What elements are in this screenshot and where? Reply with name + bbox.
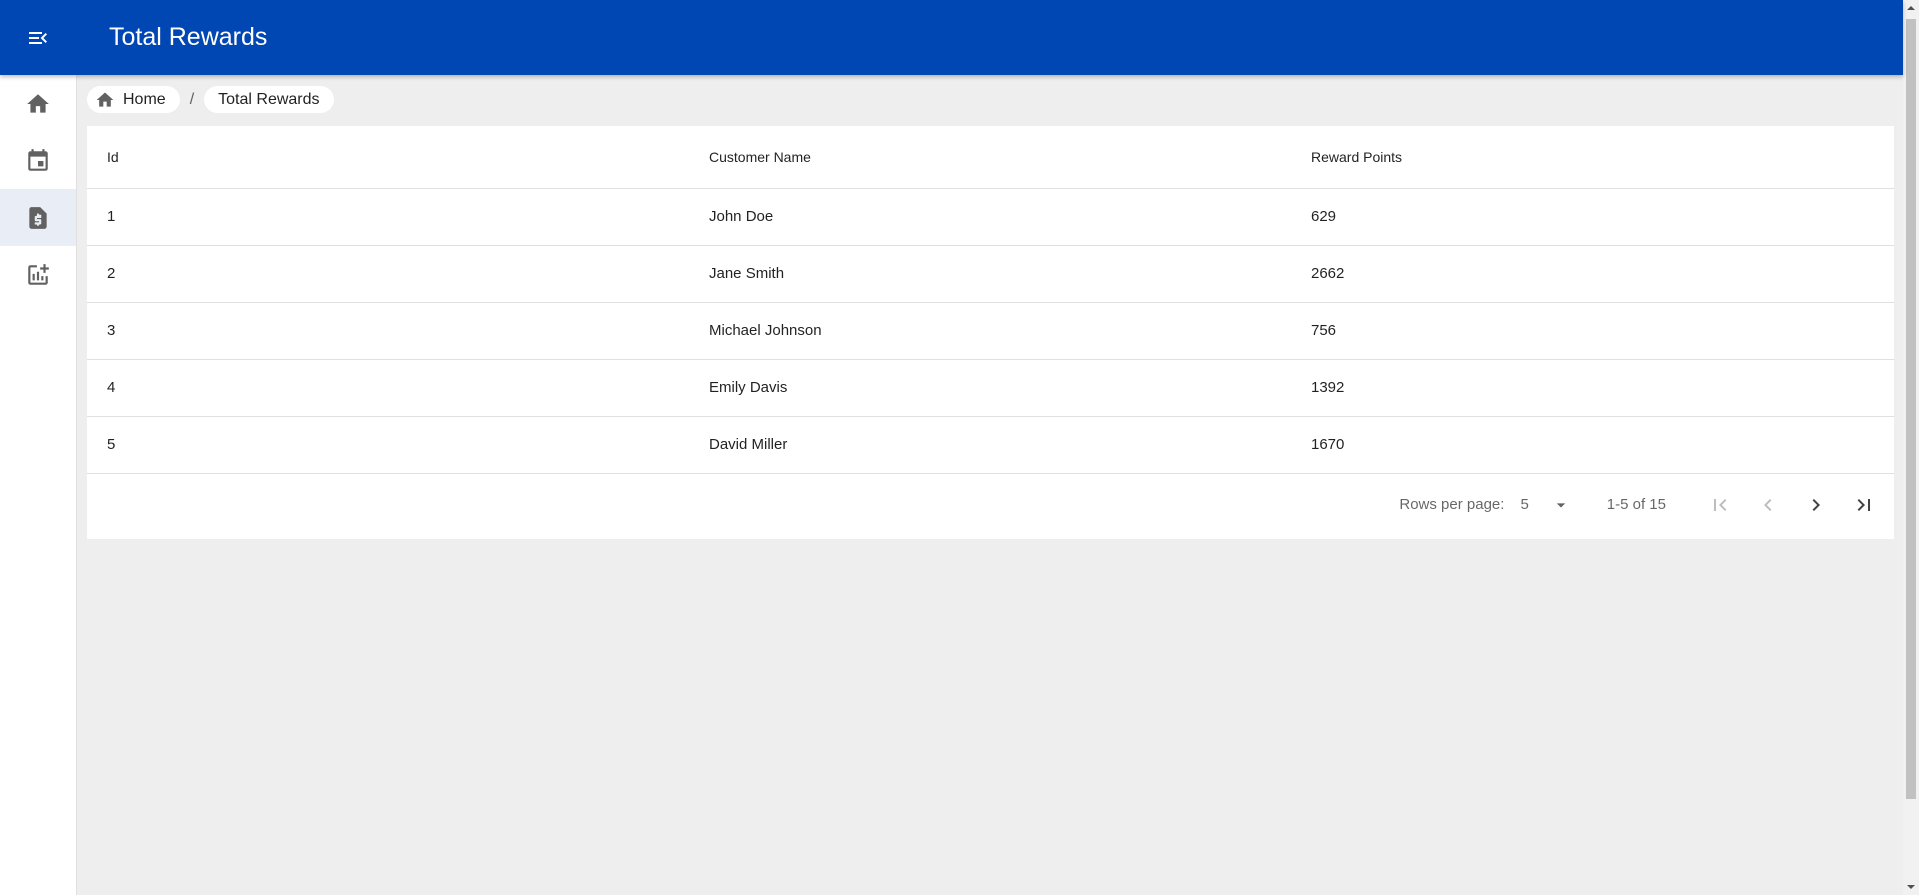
cell-reward-points: 629 [1291,188,1894,246]
last-page-button[interactable] [1840,481,1888,529]
first-page-icon [1714,498,1727,511]
menu-toggle-button[interactable] [0,0,75,75]
pagination-range: 1-5 of 15 [1606,496,1666,513]
home-icon [96,92,114,107]
receipt-dollar-icon [29,206,47,229]
column-header-customer-name[interactable]: Customer Name [689,126,1291,189]
rows-per-page-label: Rows per page: [1399,496,1505,513]
sidebar-item-rewards[interactable] [0,189,76,246]
cell-customer-name: John Doe [689,188,1291,246]
cell-customer-name: Jane Smith [689,245,1291,303]
app-bar: Total Rewards [0,0,1903,75]
breadcrumb-current[interactable]: Total Rewards [204,86,334,113]
cell-id: 5 [87,416,689,474]
sidebar-item-home[interactable] [0,75,76,132]
cell-id: 4 [87,359,689,417]
calendar-icon [28,148,48,171]
cell-customer-name: David Miller [689,416,1291,474]
table-header-row: Id Customer Name Reward Points [87,126,1894,189]
rewards-table: Id Customer Name Reward Points 1 John Do… [87,126,1894,474]
cell-reward-points: 756 [1291,302,1894,360]
breadcrumb: Home / Total Rewards [87,86,334,113]
sidebar-item-add-report[interactable] [0,246,76,303]
last-page-icon [1857,498,1870,511]
cell-reward-points: 2662 [1291,245,1894,303]
table-row[interactable]: 4 Emily Davis 1392 [87,359,1894,417]
table-row[interactable]: 3 Michael Johnson 756 [87,302,1894,360]
scroll-down-arrow[interactable] [1903,879,1919,895]
column-header-id[interactable]: Id [87,126,689,189]
column-header-reward-points[interactable]: Reward Points [1291,126,1894,189]
scroll-thumb[interactable] [1906,19,1916,799]
cell-customer-name: Michael Johnson [689,302,1291,360]
cell-customer-name: Emily Davis [689,359,1291,417]
table-pagination: Rows per page: 5 1-5 of 15 [1399,472,1894,537]
page-scrollbar[interactable] [1903,0,1919,895]
chevron-right-icon [1812,498,1820,511]
sidebar [0,75,77,895]
table-row[interactable]: 2 Jane Smith 2662 [87,245,1894,303]
cell-id: 1 [87,188,689,246]
cell-id: 3 [87,302,689,360]
cell-id: 2 [87,245,689,303]
table-row[interactable]: 5 David Miller 1670 [87,416,1894,474]
rows-per-page-value: 5 [1520,496,1529,513]
cell-reward-points: 1392 [1291,359,1894,417]
breadcrumb-separator: / [189,90,195,108]
previous-page-button[interactable] [1744,481,1792,529]
rewards-table-card: Id Customer Name Reward Points 1 John Do… [87,126,1894,539]
home-icon [27,93,49,113]
triangle-up-icon [1907,6,1915,10]
sidebar-item-calendar[interactable] [0,132,76,189]
breadcrumb-current-label: Total Rewards [218,90,320,108]
scroll-up-arrow[interactable] [1903,0,1919,16]
breadcrumb-home-label: Home [123,90,166,108]
menu-open-icon [28,31,47,44]
cell-reward-points: 1670 [1291,416,1894,474]
arrow-drop-down-icon [1556,502,1565,507]
add-chart-icon [28,263,49,285]
page-title: Total Rewards [109,23,268,51]
next-page-button[interactable] [1792,481,1840,529]
rows-per-page-select[interactable]: 5 [1520,495,1570,515]
table-row[interactable]: 1 John Doe 629 [87,188,1894,246]
chevron-left-icon [1764,498,1772,511]
breadcrumb-home[interactable]: Home [87,86,180,113]
first-page-button[interactable] [1696,481,1744,529]
triangle-down-icon [1907,885,1915,889]
